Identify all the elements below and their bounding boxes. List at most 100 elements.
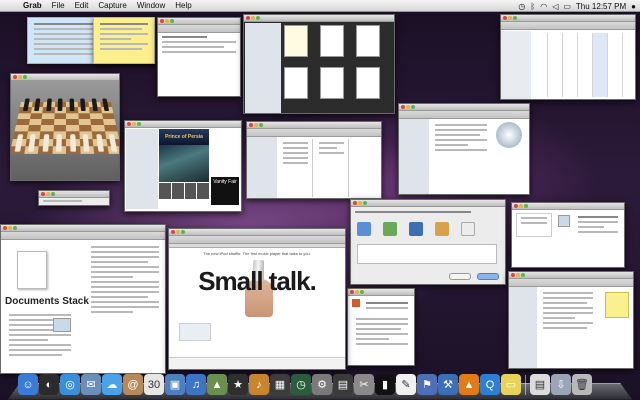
bluetooth-icon[interactable]: ᛒ — [530, 2, 535, 11]
window-titlebar[interactable] — [501, 15, 635, 22]
calendar-list[interactable] — [501, 31, 531, 99]
mail-icon[interactable]: ✉ — [81, 374, 101, 395]
address-book-icon[interactable]: @ — [123, 374, 143, 395]
promo-box[interactable] — [179, 323, 211, 341]
finder-column[interactable] — [315, 139, 349, 197]
finder-window-right[interactable] — [398, 103, 530, 195]
window-titlebar[interactable] — [169, 229, 345, 236]
chess-board[interactable] — [11, 98, 119, 154]
menu-edit[interactable]: Edit — [70, 0, 94, 12]
xcode-icon[interactable]: ⚒ — [438, 374, 458, 395]
ichat-icon[interactable]: ☁ — [102, 374, 122, 395]
window-titlebar[interactable] — [158, 18, 240, 25]
spaces-icon[interactable]: ▦ — [270, 374, 290, 395]
safari-window[interactable]: The new iPod shuffle. The first music pl… — [168, 228, 346, 370]
documents-stack-icon[interactable]: ▤ — [530, 374, 550, 395]
time-machine-icon[interactable]: ◷ — [518, 2, 525, 11]
downloads-stack-icon[interactable]: ⇩ — [551, 374, 571, 395]
app-menu[interactable]: Grab — [18, 0, 47, 12]
window-toolbar[interactable] — [509, 279, 633, 287]
keynote-icon[interactable]: ⚑ — [417, 374, 437, 395]
chess-clock-window[interactable] — [38, 190, 110, 206]
textedit-window[interactable] — [157, 17, 241, 97]
window-titlebar[interactable] — [512, 203, 624, 210]
pref-pane-icon[interactable] — [357, 222, 371, 236]
store-album-strip[interactable] — [159, 183, 209, 199]
page-thumbnail[interactable] — [284, 25, 308, 57]
finder-list[interactable] — [539, 289, 597, 332]
window-titlebar[interactable] — [11, 74, 119, 81]
user-icon[interactable]: ● — [631, 2, 636, 11]
window-toolbar[interactable] — [247, 129, 381, 137]
window-toolbar[interactable] — [501, 22, 635, 30]
window-titlebar[interactable] — [39, 191, 109, 198]
battery-icon[interactable]: ▭ — [563, 2, 571, 11]
finder-window-bottom[interactable] — [508, 271, 634, 369]
volume-icon[interactable]: ◁ — [552, 2, 558, 11]
ical-icon[interactable]: 30 — [144, 374, 164, 395]
window-titlebar[interactable] — [509, 272, 633, 279]
chess-window[interactable] — [10, 73, 120, 181]
safari-icon[interactable]: ◎ — [60, 374, 80, 395]
page-thumbnail[interactable] — [356, 25, 380, 57]
documents-window[interactable]: Documents Stack — [0, 224, 166, 374]
page-thumbnail[interactable] — [320, 67, 344, 99]
preview-window[interactable] — [243, 14, 395, 114]
window-titlebar[interactable] — [125, 121, 241, 128]
safari-toolbar[interactable] — [169, 236, 345, 244]
itunes-window[interactable]: Prince of Persia Vanity Fair — [124, 120, 242, 212]
itunes-icon[interactable]: ♫ — [186, 374, 206, 395]
chess-piece[interactable] — [34, 103, 40, 112]
trash-icon[interactable]: 🗑 — [572, 374, 592, 395]
menu-window[interactable]: Window — [132, 0, 170, 12]
pref-pane-icon[interactable] — [461, 222, 475, 236]
finder-sidebar[interactable] — [509, 287, 537, 368]
pref-pane-icon[interactable] — [409, 222, 423, 236]
dashboard-icon[interactable]: ◐ — [39, 374, 59, 395]
finder-sidebar[interactable] — [247, 137, 277, 198]
chess-piece[interactable] — [91, 103, 98, 112]
chess-piece[interactable] — [69, 103, 74, 112]
bookmarks-bar[interactable] — [169, 244, 345, 248]
quicktime-icon[interactable]: Q — [480, 374, 500, 395]
page-thumbnail[interactable] — [284, 67, 308, 99]
chess-piece[interactable] — [80, 103, 86, 112]
finder-window-center[interactable] — [246, 121, 382, 199]
chess-piece[interactable] — [69, 140, 76, 152]
finder-icon[interactable]: ☺ — [18, 374, 38, 395]
window-titlebar[interactable] — [247, 122, 381, 129]
address-book-window[interactable] — [511, 202, 625, 268]
chess-piece[interactable] — [41, 140, 49, 152]
powerpoint-window[interactable] — [347, 288, 415, 366]
garageband-icon[interactable]: ♪ — [249, 374, 269, 395]
stickies-icon[interactable]: ▭ — [501, 374, 521, 395]
wifi-icon[interactable]: ◠ — [540, 2, 547, 11]
dialog-button-default[interactable] — [477, 273, 499, 280]
chess-piece[interactable] — [57, 103, 63, 112]
magazine-ad[interactable]: Vanity Fair — [211, 177, 239, 205]
time-machine-icon[interactable]: ◷ — [291, 374, 311, 395]
iphoto-icon[interactable]: ▲ — [207, 374, 227, 395]
window-toolbar[interactable] — [399, 111, 529, 119]
menu-capture[interactable]: Capture — [93, 0, 131, 12]
system-preferences-icon[interactable]: ⚙ — [312, 374, 332, 395]
preview-icon[interactable]: ▣ — [165, 374, 185, 395]
window-toolbar[interactable] — [1, 232, 165, 240]
terminal-icon[interactable]: ▮ — [375, 374, 395, 395]
address-list[interactable] — [516, 213, 552, 237]
dialog-button[interactable] — [449, 273, 471, 280]
window-titlebar[interactable] — [348, 289, 414, 296]
ical-window[interactable] — [500, 14, 636, 100]
page-thumbnail[interactable] — [356, 67, 380, 99]
textedit-icon[interactable]: ✎ — [396, 374, 416, 395]
chess-piece[interactable] — [83, 140, 90, 152]
imovie-icon[interactable]: ★ — [228, 374, 248, 395]
preview-sidebar[interactable] — [245, 23, 281, 113]
photo-booth-icon[interactable]: ▤ — [333, 374, 353, 395]
pref-pane-icon[interactable] — [383, 222, 397, 236]
chess-piece[interactable] — [55, 140, 62, 152]
store-hero-image[interactable] — [159, 145, 209, 182]
finder-list[interactable] — [431, 121, 491, 193]
menu-clock[interactable]: Thu 12:57 PM — [576, 2, 626, 11]
finder-column[interactable] — [279, 139, 313, 197]
